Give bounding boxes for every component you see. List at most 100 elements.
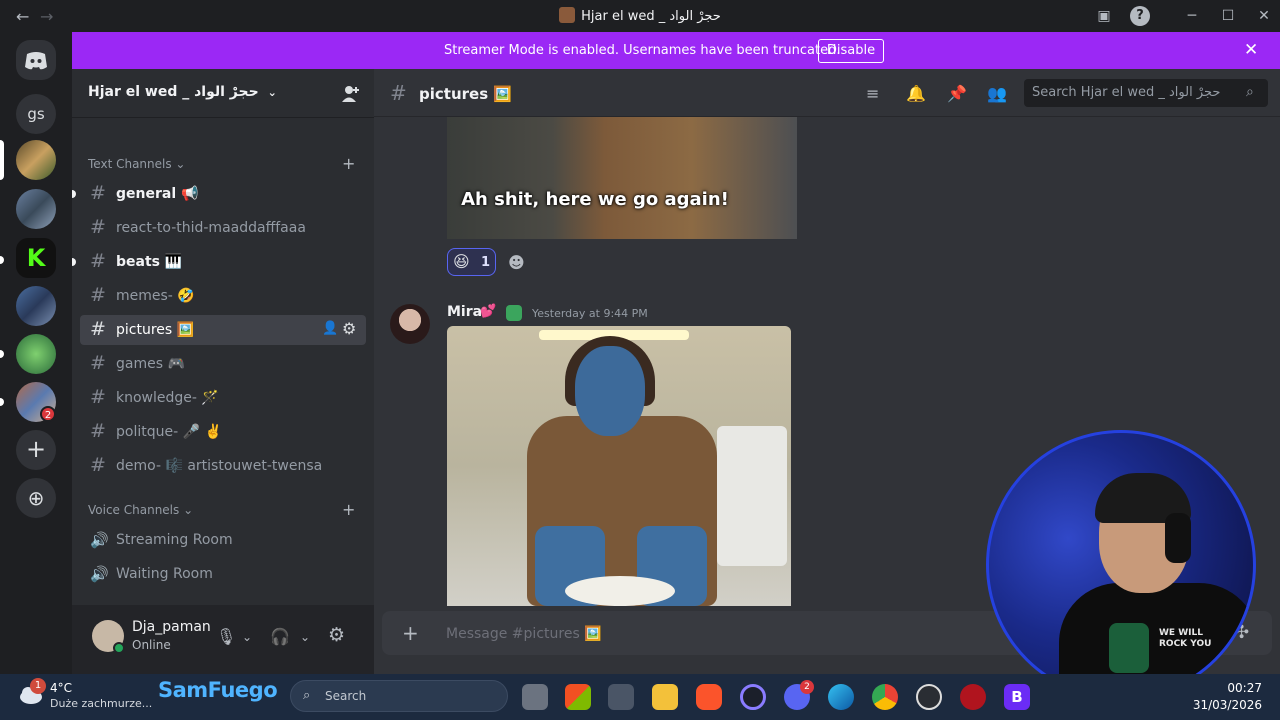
heart-emoji: 💕 — [480, 304, 497, 319]
channel-sidebar: Hjar el wed _ حجرْ الواد ⌄ Text Channels… — [72, 69, 374, 605]
hash-icon: # — [390, 81, 407, 105]
channel-label: games 🎮 — [116, 356, 185, 372]
chevron-down-icon[interactable]: ⌄ — [242, 630, 252, 644]
role-badge-icon — [506, 305, 522, 321]
divider — [72, 117, 374, 118]
reaction-button[interactable]: 😆 1 — [447, 248, 496, 276]
minimize-button[interactable]: ─ — [1182, 6, 1202, 26]
channel-politque[interactable]: # politque- 🎤 ✌️ — [80, 417, 366, 447]
channel-react[interactable]: # react-to-thid-maaddafffaaa — [80, 213, 366, 243]
unread-pill — [0, 398, 4, 406]
server-kick-icon[interactable]: K — [16, 238, 56, 278]
channel-general[interactable]: # general 📢 — [80, 179, 366, 209]
unread-indicator — [72, 190, 76, 198]
member-list-icon[interactable]: 👥 — [987, 84, 1007, 103]
channel-knowledge[interactable]: # knowledge- 🪄 — [80, 383, 366, 413]
threads-icon[interactable]: ≡ — [866, 84, 879, 103]
app-icon[interactable] — [960, 684, 986, 710]
hash-icon: # — [90, 454, 106, 476]
close-banner-icon[interactable]: ✕ — [1244, 40, 1258, 60]
server-name-header[interactable]: Hjar el wed _ حجرْ الواد ⌄ — [88, 84, 277, 100]
upload-plus-button[interactable]: + — [402, 621, 419, 645]
search-input[interactable]: Search Hjar el wed _ حجرْ الواد ⌕ — [1024, 79, 1268, 107]
channel-memes[interactable]: # memes- 🤣 — [80, 281, 366, 311]
window-title: Hjar el wed _ حجرْ الواد — [0, 7, 1280, 24]
create-invite-icon[interactable]: 👤 — [322, 321, 338, 336]
webcam-microphone — [1109, 623, 1149, 673]
pin-icon[interactable]: 📌 — [947, 84, 967, 103]
app-icon[interactable] — [740, 684, 766, 710]
channel-label: pictures 🖼️ — [116, 322, 195, 338]
username[interactable]: Dja_paman — [132, 619, 211, 635]
online-status-dot — [113, 642, 125, 654]
hash-icon: # — [90, 284, 106, 306]
microsoft-store-icon[interactable] — [565, 684, 591, 710]
microphone-icon[interactable]: 🎙 — [216, 627, 236, 646]
user-settings-gear-icon[interactable]: ⚙ — [328, 624, 345, 646]
brave-browser-icon[interactable] — [696, 684, 722, 710]
user-status: Online — [132, 638, 171, 652]
add-server-button[interactable]: + — [16, 430, 56, 470]
discord-home-button[interactable] — [16, 40, 56, 80]
task-view-icon[interactable] — [522, 684, 548, 710]
clock-time[interactable]: 00:27 — [1200, 681, 1262, 695]
windows-search-box[interactable]: ⌕ Search — [290, 680, 508, 712]
help-icon[interactable]: ? — [1130, 6, 1150, 26]
add-text-channel-button[interactable]: + — [342, 154, 355, 173]
server-avatar[interactable] — [16, 286, 56, 326]
shirt-text: WE WILL ROCK YOU — [1159, 628, 1212, 649]
text-channels-category[interactable]: Text Channels ⌄ — [88, 157, 185, 171]
voice-channel-streaming-room[interactable]: 🔊 Streaming Room — [80, 525, 366, 555]
unread-indicator — [72, 258, 76, 266]
message-author[interactable]: Mira — [447, 304, 482, 320]
inbox-icon[interactable]: ▣ — [1094, 6, 1114, 26]
voice-channel-waiting-room[interactable]: 🔊 Waiting Room — [80, 559, 366, 589]
add-reaction-icon[interactable]: ☻ — [508, 253, 525, 272]
image-attachment[interactable] — [447, 326, 791, 606]
file-explorer-icon[interactable] — [652, 684, 678, 710]
disable-streamer-mode-button[interactable]: Disable — [818, 39, 884, 63]
user-panel: Dja_paman Online 🎙 ⌄ 🎧 ⌄ ⚙ — [72, 605, 374, 674]
weather-badge: 1 — [30, 678, 46, 694]
server-gs[interactable]: gs — [16, 94, 56, 134]
avatar[interactable] — [390, 304, 430, 344]
unread-pill — [0, 256, 4, 264]
channel-pictures[interactable]: # pictures 🖼️ 👤 ⚙ — [80, 315, 366, 345]
invite-people-icon[interactable] — [340, 83, 362, 105]
notification-bell-icon[interactable]: 🔔 — [906, 84, 926, 103]
channel-games[interactable]: # games 🎮 — [80, 349, 366, 379]
channel-label: demo- 🎼 artistouwet-twensa — [116, 458, 323, 474]
server-avatar[interactable] — [16, 334, 56, 374]
server-icon — [559, 7, 576, 23]
channel-beats[interactable]: # beats 🎹 — [80, 247, 366, 277]
explore-icon[interactable]: ⊕ — [16, 478, 56, 518]
reaction-count: 1 — [481, 255, 491, 270]
chevron-down-icon[interactable]: ⌄ — [300, 630, 310, 644]
channel-label: Streaming Room — [116, 532, 233, 548]
hash-icon: # — [90, 352, 106, 374]
unread-pill — [0, 350, 4, 358]
headset-icon — [1165, 513, 1191, 563]
close-window-button[interactable]: ✕ — [1254, 6, 1274, 26]
add-voice-channel-button[interactable]: + — [342, 500, 355, 519]
hash-icon: # — [90, 420, 106, 442]
channel-label: memes- 🤣 — [116, 288, 195, 304]
chrome-browser-icon[interactable] — [872, 684, 898, 710]
search-icon: ⌕ — [1246, 84, 1254, 100]
channel-demo[interactable]: # demo- 🎼 artistouwet-twensa — [80, 451, 366, 481]
channel-label: beats 🎹 — [116, 254, 183, 270]
obs-studio-icon[interactable] — [916, 684, 942, 710]
server-avatar[interactable] — [16, 189, 56, 229]
gear-icon[interactable]: ⚙ — [342, 319, 356, 338]
channel-label: Waiting Room — [116, 566, 213, 582]
app-b-icon[interactable]: B — [1004, 684, 1030, 710]
voice-channels-category[interactable]: Voice Channels ⌄ — [88, 503, 193, 517]
edge-browser-icon[interactable] — [828, 684, 854, 710]
category-label: Text Channels — [88, 157, 172, 171]
calculator-icon[interactable] — [608, 684, 634, 710]
clock-date[interactable]: 31/03/2026 — [1190, 698, 1262, 712]
headphones-icon[interactable]: 🎧 — [270, 627, 290, 646]
maximize-button[interactable]: ☐ — [1218, 6, 1238, 26]
meme-image-attachment[interactable]: Ah shit, here we go again! — [447, 117, 797, 239]
server-avatar-selected[interactable] — [16, 140, 56, 180]
